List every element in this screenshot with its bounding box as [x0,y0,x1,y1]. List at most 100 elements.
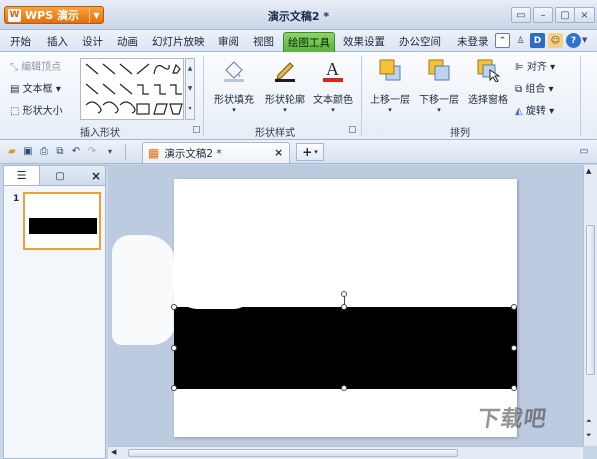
tab-effects[interactable]: 效果设置 [343,34,385,49]
close-panel-icon[interactable]: × [88,167,104,184]
tab-view[interactable]: 视图 [253,34,274,49]
tab-design[interactable]: 设计 [82,34,103,49]
shape-gallery[interactable] [80,58,184,120]
print-preview-icon[interactable]: ⧉ [54,145,66,157]
group-label-arrange: 排列 [450,128,470,139]
ribbon: ⤡ 编辑顶点 ▤ 文本框 ▾ ⬚ 形状大小 ▲▼▾ 插入形状 形状填充 ▾ [0,52,597,140]
shirt-skin-icon[interactable]: ♙ [513,33,528,48]
dialog-launcher-icon[interactable] [349,126,356,133]
text-color-icon: A [323,59,343,82]
window-title: 演示文稿2 * [267,10,330,23]
slide-canvas[interactable] [171,179,517,437]
slide-editor: 下载吧 [108,165,583,446]
tab-insert[interactable]: 插入 [47,34,68,49]
shape-fill-button[interactable]: 形状填充 ▾ [210,58,258,118]
new-tab-button[interactable]: + ▾ [296,143,324,161]
slide-thumbnail[interactable] [23,192,101,250]
undo-icon[interactable]: ↶ [70,145,82,157]
slides-panel: ☰ ▢ × 1 [3,165,106,459]
bring-forward-icon [379,59,401,81]
divider [580,56,581,136]
send-backward-button[interactable]: 下移一层 ▾ [416,58,462,118]
edit-vertex-button[interactable]: ⤡ 编辑顶点 [10,58,61,73]
scroll-thumb[interactable] [586,225,595,375]
rotate-icon: ◭ [515,106,523,117]
chevron-down-icon: ▾ [314,148,318,156]
divider [361,56,362,136]
plus-icon: + [302,145,313,159]
document-tab[interactable]: ▦ 演示文稿2 * × [142,142,290,163]
docer-icon[interactable]: D [530,33,545,48]
help-icon[interactable]: ? [566,33,581,48]
paint-bucket-icon [224,61,244,82]
panel-tabs: ☰ ▢ × [4,166,105,186]
close-button[interactable]: × [574,7,595,23]
gallery-scroll[interactable]: ▲ ▼ ▾ [185,58,195,120]
edit-vertex-icon: ⤡ [10,62,18,73]
svg-text:A: A [326,59,339,79]
selection-pane-icon [477,59,501,83]
slides-tab-icon[interactable]: ▢ [46,168,74,184]
resize-handle[interactable] [511,385,517,391]
rotate-button[interactable]: ◭ 旋转 ▾ [515,102,554,117]
divider [125,144,126,160]
slide-number: 1 [13,194,20,204]
group-label-shape-style: 形状样式 [255,128,295,139]
close-tab-icon[interactable]: × [274,147,283,159]
prev-slide-icon[interactable]: ⏶ [586,417,592,426]
text-color-button[interactable]: A 文本颜色 ▾ [311,58,355,118]
text-box-icon: ▤ [10,84,20,95]
collapse-ribbon-icon[interactable]: ⌃ [495,33,510,48]
maximize-button[interactable]: ▢ [555,7,575,23]
vertical-scrollbar[interactable]: ▲ ⏶ ⏷ [583,165,597,446]
thumbnail-shape [29,218,97,234]
dialog-launcher-icon[interactable] [193,126,200,133]
pen-icon [275,62,295,82]
tab-animation[interactable]: 动画 [117,34,138,49]
scroll-up-icon[interactable]: ▲ [586,167,591,175]
selection-pane-button[interactable]: 选择窗格 [465,58,511,118]
outline-tab-icon[interactable]: ☰ [4,166,40,185]
horizontal-scrollbar[interactable]: ◀ [108,446,583,459]
eraser-blot [172,261,252,309]
align-icon: ⊫ [515,62,524,73]
resize-handle[interactable] [171,304,177,310]
resize-handle[interactable] [511,304,517,310]
login-status[interactable]: 未登录 [457,34,489,49]
scroll-thumb[interactable] [128,449,458,457]
bring-forward-button[interactable]: 上移一层 ▾ [367,58,413,118]
resize-handle[interactable] [171,345,177,351]
tab-slideshow[interactable]: 幻灯片放映 [152,34,205,49]
tab-start[interactable]: 开始 [10,34,31,49]
open-folder-icon[interactable]: ▰ [6,145,18,157]
save-icon[interactable]: ▣ [22,145,34,157]
tab-drawing-tools[interactable]: 绘图工具 [283,32,335,52]
shape-size-button[interactable]: ⬚ 形状大小 [10,102,63,117]
divider [203,56,204,136]
rotate-handle[interactable] [341,291,347,297]
black-rectangle-shape[interactable] [174,307,517,389]
next-slide-icon[interactable]: ⏷ [586,431,592,440]
chevron-down-icon[interactable]: ▾ [104,145,116,157]
tab-office-space[interactable]: 办公空间 [399,34,441,49]
align-button[interactable]: ⊫ 对齐 ▾ [515,58,555,73]
restore-layout-button[interactable]: ▭ [511,7,531,23]
resize-handle[interactable] [171,385,177,391]
presentation-icon: ▦ [148,146,160,160]
menu-bar: 开始 插入 设计 动画 幻灯片放映 审阅 视图 绘图工具 效果设置 办公空间 未… [0,30,597,52]
scroll-left-icon[interactable]: ◀ [111,448,116,456]
group-button[interactable]: ⧉ 组合 ▾ [515,80,554,95]
resize-handle[interactable] [341,304,347,310]
chevron-down-icon[interactable]: ▼ [582,36,587,44]
watermark: 下载吧 [475,407,549,432]
avatar[interactable]: ☺ [548,33,563,48]
resize-handle[interactable] [511,345,517,351]
redo-icon[interactable]: ↷ [86,145,98,157]
tab-review[interactable]: 审阅 [218,34,239,49]
minimize-button[interactable]: – [533,7,553,23]
panel-toggle-icon[interactable]: ▭ [578,145,590,157]
print-icon[interactable]: ⎙ [38,145,50,157]
shape-outline-button[interactable]: 形状轮廓 ▾ [260,58,310,118]
text-box-button[interactable]: ▤ 文本框 ▾ [10,80,61,95]
resize-handle[interactable] [341,385,347,391]
